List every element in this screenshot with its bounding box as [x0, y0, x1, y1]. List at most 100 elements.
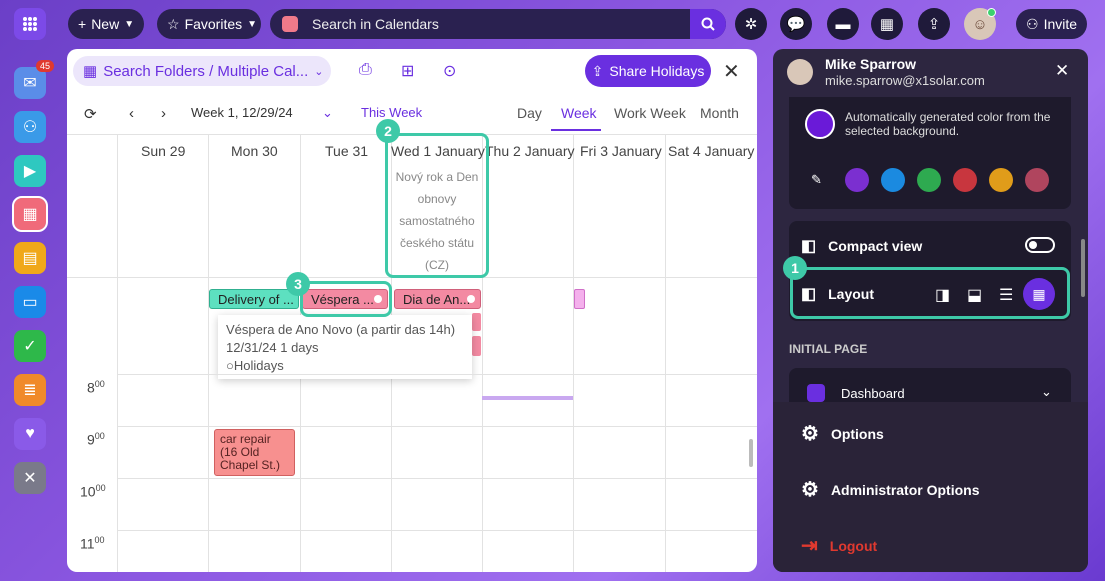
more-options-icon[interactable]: ⊙: [443, 61, 456, 81]
circle-icon: ○: [226, 358, 234, 373]
brand-app[interactable]: ♥: [14, 418, 46, 450]
upload-button[interactable]: ⇪: [918, 8, 950, 40]
close-icon[interactable]: ✕: [1055, 61, 1069, 81]
logout-item[interactable]: ⇥ Logout: [801, 533, 877, 558]
star-icon: ☆: [167, 15, 180, 32]
eyedropper-icon[interactable]: ✎: [811, 172, 822, 188]
day-header: Thu 2 January: [485, 143, 575, 159]
notes-app[interactable]: ▤: [14, 242, 46, 274]
new-button[interactable]: + New ▼: [68, 9, 144, 39]
hour-label: 1100: [80, 535, 105, 552]
message-icon: ▬: [835, 15, 851, 33]
color-swatch-orange[interactable]: [989, 168, 1013, 192]
highlight-box-2: [385, 133, 489, 278]
share-icon: ⇪: [591, 62, 604, 79]
user-icon: ☺: [972, 15, 988, 33]
event-bar[interactable]: [472, 313, 481, 331]
color-swatch-purple[interactable]: [845, 168, 869, 192]
online-status-dot: [987, 8, 996, 17]
files-app[interactable]: ▭: [14, 286, 46, 318]
selected-color-swatch[interactable]: [805, 109, 835, 139]
color-swatch-red[interactable]: [953, 168, 977, 192]
admin-options-item[interactable]: ⚙ Administrator Options: [801, 477, 980, 502]
prev-week-button[interactable]: ‹: [129, 105, 134, 122]
tooltip-date: 12/31/24: [226, 340, 277, 355]
add-event-icon[interactable]: ⊞: [401, 61, 414, 81]
hour-label: 900: [87, 431, 105, 448]
dashboard-select[interactable]: Dashboard ⌄: [789, 368, 1071, 402]
tab-day[interactable]: Day: [517, 105, 542, 121]
users-icon: ⚇: [22, 119, 38, 136]
chat-button[interactable]: 💬: [780, 8, 812, 40]
dashboard-label: Dashboard: [841, 386, 905, 401]
gear-icon: ⚙: [801, 479, 819, 501]
refresh-icon[interactable]: ⟳: [84, 105, 97, 123]
app-grid-button[interactable]: [14, 8, 46, 40]
mail-icon: ✉: [23, 75, 37, 92]
event-fri[interactable]: [574, 289, 585, 309]
active-tab-underline: [551, 129, 601, 131]
week-label: Week 1, 12/29/24: [191, 105, 293, 120]
dashboard-icon: [807, 384, 825, 402]
color-swatch-rose[interactable]: [1025, 168, 1049, 192]
tab-month[interactable]: Month: [700, 105, 739, 121]
calendar-icon: ▦: [879, 16, 895, 33]
tools-icon: ✕: [23, 470, 37, 487]
color-swatch-green[interactable]: [917, 168, 941, 192]
tab-work-week[interactable]: Work Week: [614, 105, 686, 121]
search-input[interactable]: Search in Calendars: [312, 16, 439, 32]
calendar-button[interactable]: ▦: [871, 8, 903, 40]
user-menu: Mike Sparrow mike.sparrow@x1solar.com ✕ …: [773, 49, 1088, 572]
this-week-button[interactable]: This Week: [361, 105, 422, 120]
plus-icon: +: [78, 16, 87, 32]
folder-selector[interactable]: ▦ Search Folders / Multiple Cal... ⌄: [73, 56, 331, 86]
tooltip-title: Véspera de Ano Novo (a partir das 14h): [226, 322, 456, 337]
hour-line: [117, 426, 757, 427]
tab-week[interactable]: Week: [561, 105, 597, 121]
event-car-repair[interactable]: car repair (16 Old Chapel St.): [214, 429, 295, 476]
tooltip-duration: 1 days: [280, 340, 319, 355]
chevron-down-icon[interactable]: ⌄: [322, 105, 333, 121]
day-header: Mon 30: [231, 143, 278, 159]
mail-app[interactable]: ✉ 45: [14, 60, 54, 99]
user-name: Mike Sparrow: [825, 56, 917, 72]
avatar[interactable]: ☺: [964, 8, 996, 40]
options-item[interactable]: ⚙ Options: [801, 421, 884, 446]
search-button[interactable]: [690, 9, 726, 39]
invite-button[interactable]: ⚇ Invite: [1016, 9, 1087, 39]
next-week-button[interactable]: ›: [161, 105, 166, 122]
pinwheel-icon: ✲: [744, 16, 758, 33]
search-bar[interactable]: Search in Calendars: [270, 9, 726, 39]
tooltip-calendar: Holidays: [233, 358, 284, 373]
grid-line: [573, 135, 574, 572]
print-icon[interactable]: ⎙: [359, 61, 372, 79]
message-button[interactable]: ▬: [827, 8, 859, 40]
status-circle-icon: [467, 295, 475, 303]
compact-view-toggle[interactable]: [1025, 237, 1055, 253]
tasks-app[interactable]: ✓: [14, 330, 46, 362]
event-delivery[interactable]: Delivery of ...: [209, 289, 299, 309]
close-icon[interactable]: ✕: [723, 59, 740, 84]
calendar-icon: ▦: [83, 63, 98, 80]
color-swatch-blue[interactable]: [881, 168, 905, 192]
calendar-icon: [282, 16, 298, 32]
contacts-app[interactable]: ⚇: [14, 111, 46, 143]
favorites-button[interactable]: ☆ Favorites ▼: [157, 9, 261, 39]
compact-view-row[interactable]: ◧ Compact view: [801, 236, 922, 256]
event-tooltip: Véspera de Ano Novo (a partir das 14h) 1…: [218, 315, 472, 379]
video-app[interactable]: ▶: [14, 155, 46, 187]
current-time-bar: [482, 396, 573, 400]
color-card: Automatically generated color from the s…: [789, 97, 1071, 209]
grid-icon: [23, 17, 37, 31]
highlight-box-1: [790, 267, 1070, 319]
tools-app[interactable]: ✕: [14, 462, 46, 494]
event-bar[interactable]: [472, 336, 481, 356]
pinwheel-button[interactable]: ✲: [735, 8, 767, 40]
event-dia[interactable]: Dia de An...: [394, 289, 481, 309]
hour-label: 800: [87, 379, 105, 396]
calendar-app[interactable]: ▦: [12, 196, 48, 232]
docs-app[interactable]: ≣: [14, 374, 46, 406]
share-holidays-button[interactable]: ⇪ Share Holidays: [585, 55, 711, 87]
menu-scrollbar[interactable]: [1081, 239, 1085, 297]
scrollbar[interactable]: [749, 439, 753, 467]
